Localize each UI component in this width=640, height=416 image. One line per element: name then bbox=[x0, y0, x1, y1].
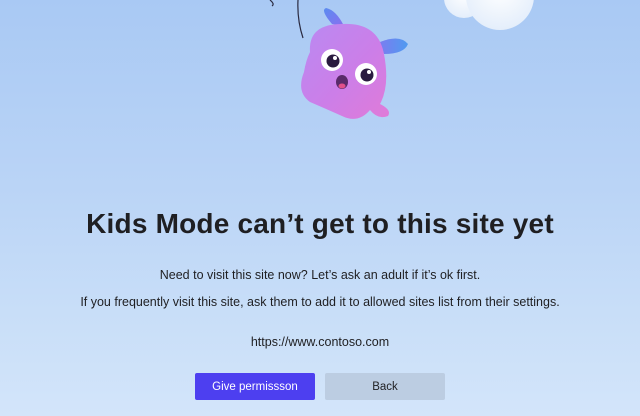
allowed-sites-message: If you frequently visit this site, ask t… bbox=[80, 295, 560, 309]
ask-adult-message: Need to visit this site now? Let’s ask a… bbox=[159, 268, 481, 282]
back-button[interactable]: Back bbox=[325, 373, 445, 400]
give-permission-button[interactable]: Give permissson bbox=[195, 373, 315, 400]
page-title: Kids Mode can’t get to this site yet bbox=[86, 208, 554, 239]
cloud-icon bbox=[444, 0, 534, 30]
kite-mascot-icon bbox=[301, 8, 408, 119]
blocked-url: https://www.contoso.com bbox=[250, 335, 390, 349]
action-buttons: Give permissson Back bbox=[0, 373, 640, 400]
blocked-site-message: Kids Mode can’t get to this site yet Nee… bbox=[0, 208, 640, 349]
